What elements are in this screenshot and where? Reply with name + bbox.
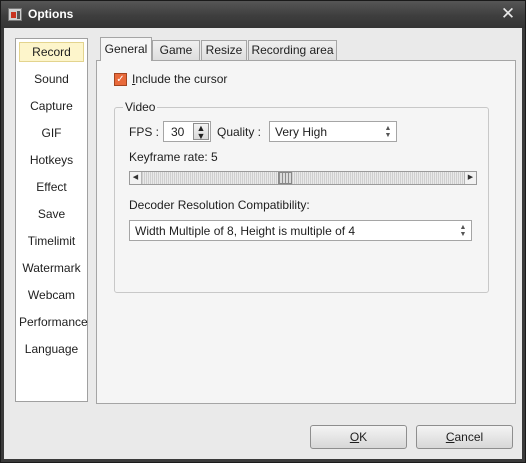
ok-button[interactable]: OK [310,425,407,449]
sidebar-item-gif[interactable]: GIF [19,123,84,143]
sidebar-item-language[interactable]: Language [19,339,84,359]
app-icon [8,8,22,21]
include-cursor-label-rest: nclude the cursor [135,72,228,86]
decoder-resolution-label: Decoder Resolution Compatibility: [129,198,310,212]
decoder-resolution-value: Width Multiple of 8, Height is multiple … [135,224,356,238]
video-group-legend: Video [123,100,158,114]
slider-right-arrow-icon[interactable]: ▶ [464,172,476,184]
check-icon: ✓ [116,74,125,85]
slider-left-arrow-icon[interactable]: ◀ [130,172,142,184]
sidebar-item-performance[interactable]: Performance [19,312,88,332]
decoder-resolution-select[interactable]: Width Multiple of 8, Height is multiple … [129,220,472,241]
quality-select[interactable]: Very High ▲ ▼ [269,121,397,142]
window-title: Options [28,7,74,21]
quality-dropdown-icon: ▲ ▼ [384,125,392,139]
include-cursor-checkbox[interactable]: ✓ [114,73,127,86]
fps-label: FPS : [129,125,160,139]
sidebar-item-sound[interactable]: Sound [19,69,84,89]
keyframe-rate-slider-thumb[interactable] [278,172,292,184]
general-tab-panel: ✓ Include the cursor Video FPS : 30 ▲ ▼ Q… [96,60,516,404]
quality-value: Very High [275,125,328,139]
tab-game[interactable]: Game [152,40,200,60]
quality-label: Quality : [217,125,262,139]
sidebar-item-record[interactable]: Record [19,42,84,62]
tab-recording-area[interactable]: Recording area [248,40,337,60]
tab-general[interactable]: General [100,37,152,61]
keyframe-rate-slider[interactable]: ◀ ▶ [129,171,477,185]
fps-value: 30 [171,125,185,139]
ok-button-accel: O [349,430,360,444]
title-bar[interactable]: Options ✕ [1,1,525,28]
fps-stepper[interactable]: 30 ▲ ▼ [163,121,211,142]
decoder-dropdown-icon: ▲ ▼ [459,224,467,238]
fps-spinner-icon[interactable]: ▲ ▼ [193,123,209,141]
sidebar-item-save[interactable]: Save [19,204,84,224]
sidebar-item-hotkeys[interactable]: Hotkeys [19,150,84,170]
video-groupbox: Video FPS : 30 ▲ ▼ Quality : Very High ▲ ▼… [114,100,489,293]
sidebar-item-watermark[interactable]: Watermark [19,258,84,278]
include-cursor-label[interactable]: Include the cursor [132,72,227,86]
sidebar: Record Sound Capture GIF Hotkeys Effect … [15,38,88,402]
dialog-body: Record Sound Capture GIF Hotkeys Effect … [4,28,522,459]
options-window: Options ✕ Record Sound Capture GIF Hotke… [0,0,526,463]
close-button[interactable]: ✕ [498,4,518,24]
sidebar-item-capture[interactable]: Capture [19,96,84,116]
sidebar-item-timelimit[interactable]: Timelimit [19,231,84,251]
sidebar-item-effect[interactable]: Effect [19,177,84,197]
tab-resize[interactable]: Resize [201,40,247,60]
cancel-button[interactable]: Cancel [416,425,513,449]
sidebar-item-webcam[interactable]: Webcam [19,285,84,305]
cancel-button-label: ancel [454,430,484,444]
keyframe-rate-label: Keyframe rate: 5 [129,150,218,164]
ok-button-label: K [359,430,368,444]
